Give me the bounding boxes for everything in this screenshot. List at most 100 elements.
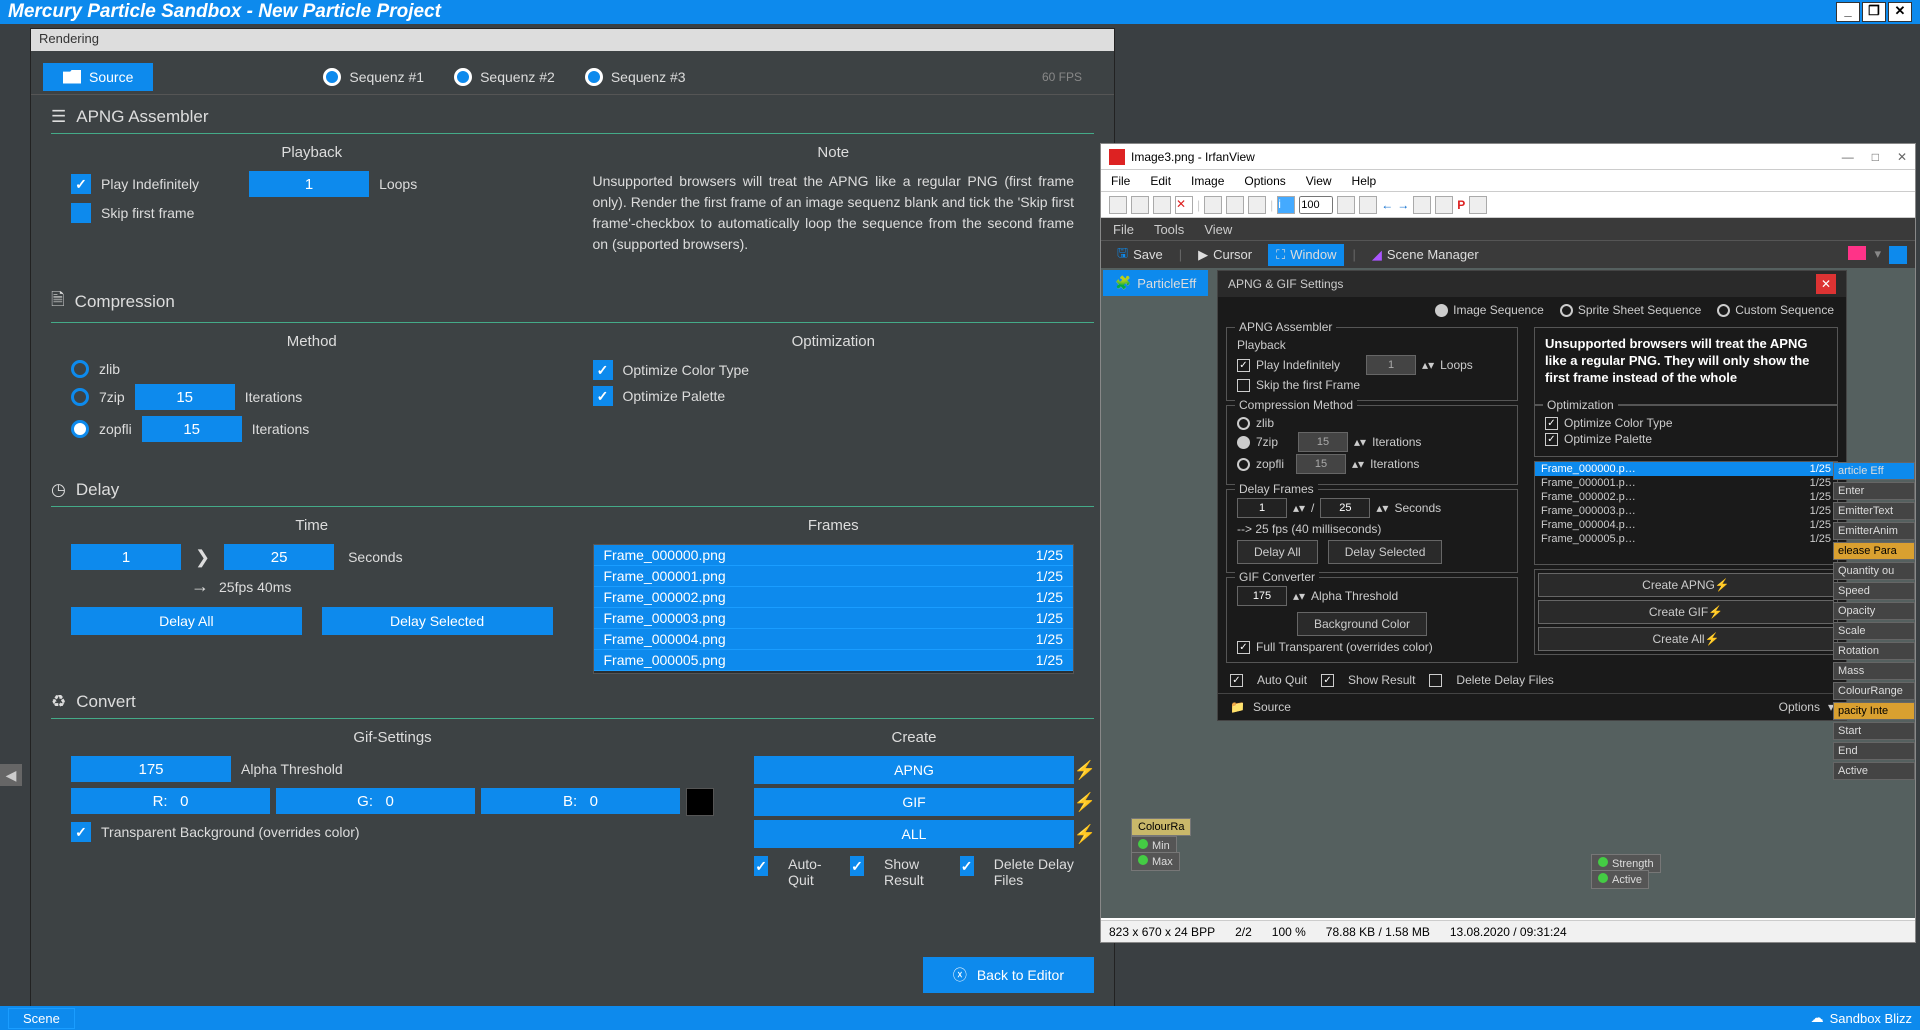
inner-menu-view[interactable]: View xyxy=(1204,222,1232,237)
panel-particle-effect[interactable]: article Eff xyxy=(1833,462,1915,480)
7zip-radio[interactable] xyxy=(71,388,89,406)
sprite-seq-radio[interactable]: Sprite Sheet Sequence xyxy=(1560,303,1701,317)
dlg-showres-checkbox[interactable] xyxy=(1321,674,1334,687)
p-icon[interactable]: P xyxy=(1457,198,1465,212)
source-button[interactable]: Source xyxy=(43,63,153,91)
dlg-alpha-input[interactable] xyxy=(1237,586,1287,606)
irfan-menu-edit[interactable]: Edit xyxy=(1150,174,1171,188)
dlg-7zip-iter[interactable] xyxy=(1298,432,1348,452)
inner-menu-tools[interactable]: Tools xyxy=(1154,222,1184,237)
dlg-delay-all-button[interactable]: Delay All xyxy=(1237,540,1318,564)
delay-selected-button[interactable]: Delay Selected xyxy=(322,607,553,635)
irfan-menu-help[interactable]: Help xyxy=(1352,174,1377,188)
frame-row[interactable]: Frame_000003.png1/25 xyxy=(594,608,1074,629)
irfan-titlebar[interactable]: Image3.png - IrfanView — □ ✕ xyxy=(1101,144,1915,170)
inner-save-button[interactable]: 🖫Save xyxy=(1109,241,1171,269)
inner-cursor-button[interactable]: ▶Cursor xyxy=(1190,244,1260,266)
next-icon[interactable]: → xyxy=(1397,198,1409,212)
dropdown-icon[interactable]: ▾ xyxy=(1874,246,1881,264)
g-input[interactable] xyxy=(276,788,475,814)
irfan-close-button[interactable]: ✕ xyxy=(1897,150,1907,164)
pause-icon[interactable] xyxy=(1848,246,1866,260)
dlg-delay-den[interactable] xyxy=(1320,498,1370,518)
dlg-optcolor-checkbox[interactable] xyxy=(1545,417,1558,430)
panel-release-params[interactable]: elease Para xyxy=(1833,542,1915,560)
dlg-options-button[interactable]: Options xyxy=(1779,700,1820,714)
irfan-min-button[interactable]: — xyxy=(1842,150,1854,164)
sequence-tab-2[interactable]: Sequenz #2 xyxy=(454,68,555,86)
zopfli-radio[interactable] xyxy=(71,420,89,438)
back-to-editor-button[interactable]: ⓧ Back to Editor xyxy=(923,957,1094,993)
irfan-menu-image[interactable]: Image xyxy=(1191,174,1224,188)
dlg-delete-checkbox[interactable] xyxy=(1429,674,1442,687)
b-input[interactable] xyxy=(481,788,680,814)
create-all-button[interactable]: ALL⚡ xyxy=(754,820,1074,848)
dlg-frame-row[interactable]: Frame_000004.p…1/25 xyxy=(1535,518,1837,532)
dlg-fulltrans-checkbox[interactable] xyxy=(1237,641,1250,654)
color-swatch[interactable] xyxy=(686,788,714,816)
dlg-close-button[interactable]: ✕ xyxy=(1816,274,1836,294)
frame-row[interactable]: Frame_000004.png1/25 xyxy=(594,629,1074,650)
opt-palette-checkbox[interactable] xyxy=(593,386,613,406)
dlg-loops-input[interactable] xyxy=(1366,355,1416,375)
close-button[interactable]: ✕ xyxy=(1888,2,1912,22)
irfan-menu-options[interactable]: Options xyxy=(1244,174,1285,188)
sequence-tab-3[interactable]: Sequenz #3 xyxy=(585,68,686,86)
particle-effect-tab[interactable]: 🧩ParticleEff xyxy=(1103,270,1208,296)
prev-icon[interactable]: ← xyxy=(1381,198,1393,212)
dlg-delay-num[interactable] xyxy=(1237,498,1287,518)
create-gif-button[interactable]: GIF⚡ xyxy=(754,788,1074,816)
delete-delay-checkbox[interactable] xyxy=(960,856,974,876)
dlg-frame-row[interactable]: Frame_000000.p…1/25 xyxy=(1535,462,1837,476)
delete-icon[interactable]: ✕ xyxy=(1175,196,1193,214)
open-icon[interactable] xyxy=(1109,196,1127,214)
alpha-input[interactable] xyxy=(71,756,231,782)
delay-den-input[interactable] xyxy=(224,544,334,570)
image-seq-radio[interactable]: Image Sequence xyxy=(1435,303,1544,317)
auto-quit-checkbox[interactable] xyxy=(754,856,768,876)
zoomin-icon[interactable] xyxy=(1359,196,1377,214)
paste-icon[interactable] xyxy=(1248,196,1266,214)
dlg-skip-checkbox[interactable] xyxy=(1237,379,1250,392)
dlg-frame-row[interactable]: Frame_000002.p…1/25 xyxy=(1535,490,1837,504)
dlg-create-gif-button[interactable]: Create GIF⚡ xyxy=(1538,600,1834,624)
palette-icon[interactable] xyxy=(1469,196,1487,214)
skip-first-checkbox[interactable] xyxy=(71,203,91,223)
info-icon[interactable]: i xyxy=(1277,196,1295,214)
inner-menu-file[interactable]: File xyxy=(1113,222,1134,237)
irfan-menu-file[interactable]: File xyxy=(1111,174,1130,188)
show-result-checkbox[interactable] xyxy=(850,856,864,876)
dlg-bgcolor-button[interactable]: Background Color xyxy=(1297,612,1427,636)
inner-scene-button[interactable]: ◢Scene Manager xyxy=(1364,244,1487,266)
irfan-menu-view[interactable]: View xyxy=(1306,174,1332,188)
7zip-iter-input[interactable] xyxy=(135,384,235,410)
scene-button[interactable]: Scene xyxy=(8,1008,75,1029)
dlg-zopfli-iter[interactable] xyxy=(1296,454,1346,474)
frame-row[interactable]: Frame_000001.png1/25 xyxy=(594,566,1074,587)
create-apng-button[interactable]: APNG⚡ xyxy=(754,756,1074,784)
stop-icon[interactable] xyxy=(1889,246,1907,264)
dlg-7zip-radio[interactable] xyxy=(1237,436,1250,449)
dlg-autoquit-checkbox[interactable] xyxy=(1230,674,1243,687)
delay-all-button[interactable]: Delay All xyxy=(71,607,302,635)
dlg-frame-row[interactable]: Frame_000005.p…1/25 xyxy=(1535,532,1837,546)
scroll-left-icon[interactable]: ◀ xyxy=(0,764,22,786)
minimize-button[interactable]: _ xyxy=(1836,2,1860,22)
dlg-delay-sel-button[interactable]: Delay Selected xyxy=(1328,540,1443,564)
transparent-bg-checkbox[interactable] xyxy=(71,822,91,842)
cut-icon[interactable] xyxy=(1204,196,1222,214)
zoomout-icon[interactable] xyxy=(1337,196,1355,214)
slideshow-icon[interactable] xyxy=(1131,196,1149,214)
save-icon[interactable] xyxy=(1153,196,1171,214)
colour-range-node[interactable]: ColourRa xyxy=(1131,818,1191,836)
r-input[interactable] xyxy=(71,788,270,814)
custom-seq-radio[interactable]: Custom Sequence xyxy=(1717,303,1834,317)
dlg-play-indef-checkbox[interactable] xyxy=(1237,359,1250,372)
delay-num-input[interactable] xyxy=(71,544,181,570)
dlg-optpal-checkbox[interactable] xyxy=(1545,433,1558,446)
rendering-titlebar[interactable]: Rendering xyxy=(31,29,1114,51)
zlib-radio[interactable] xyxy=(71,360,89,378)
dlg-create-all-button[interactable]: Create All⚡ xyxy=(1538,627,1834,651)
opt-color-checkbox[interactable] xyxy=(593,360,613,380)
frame-row[interactable]: Frame_000005.png1/25 xyxy=(594,650,1074,671)
